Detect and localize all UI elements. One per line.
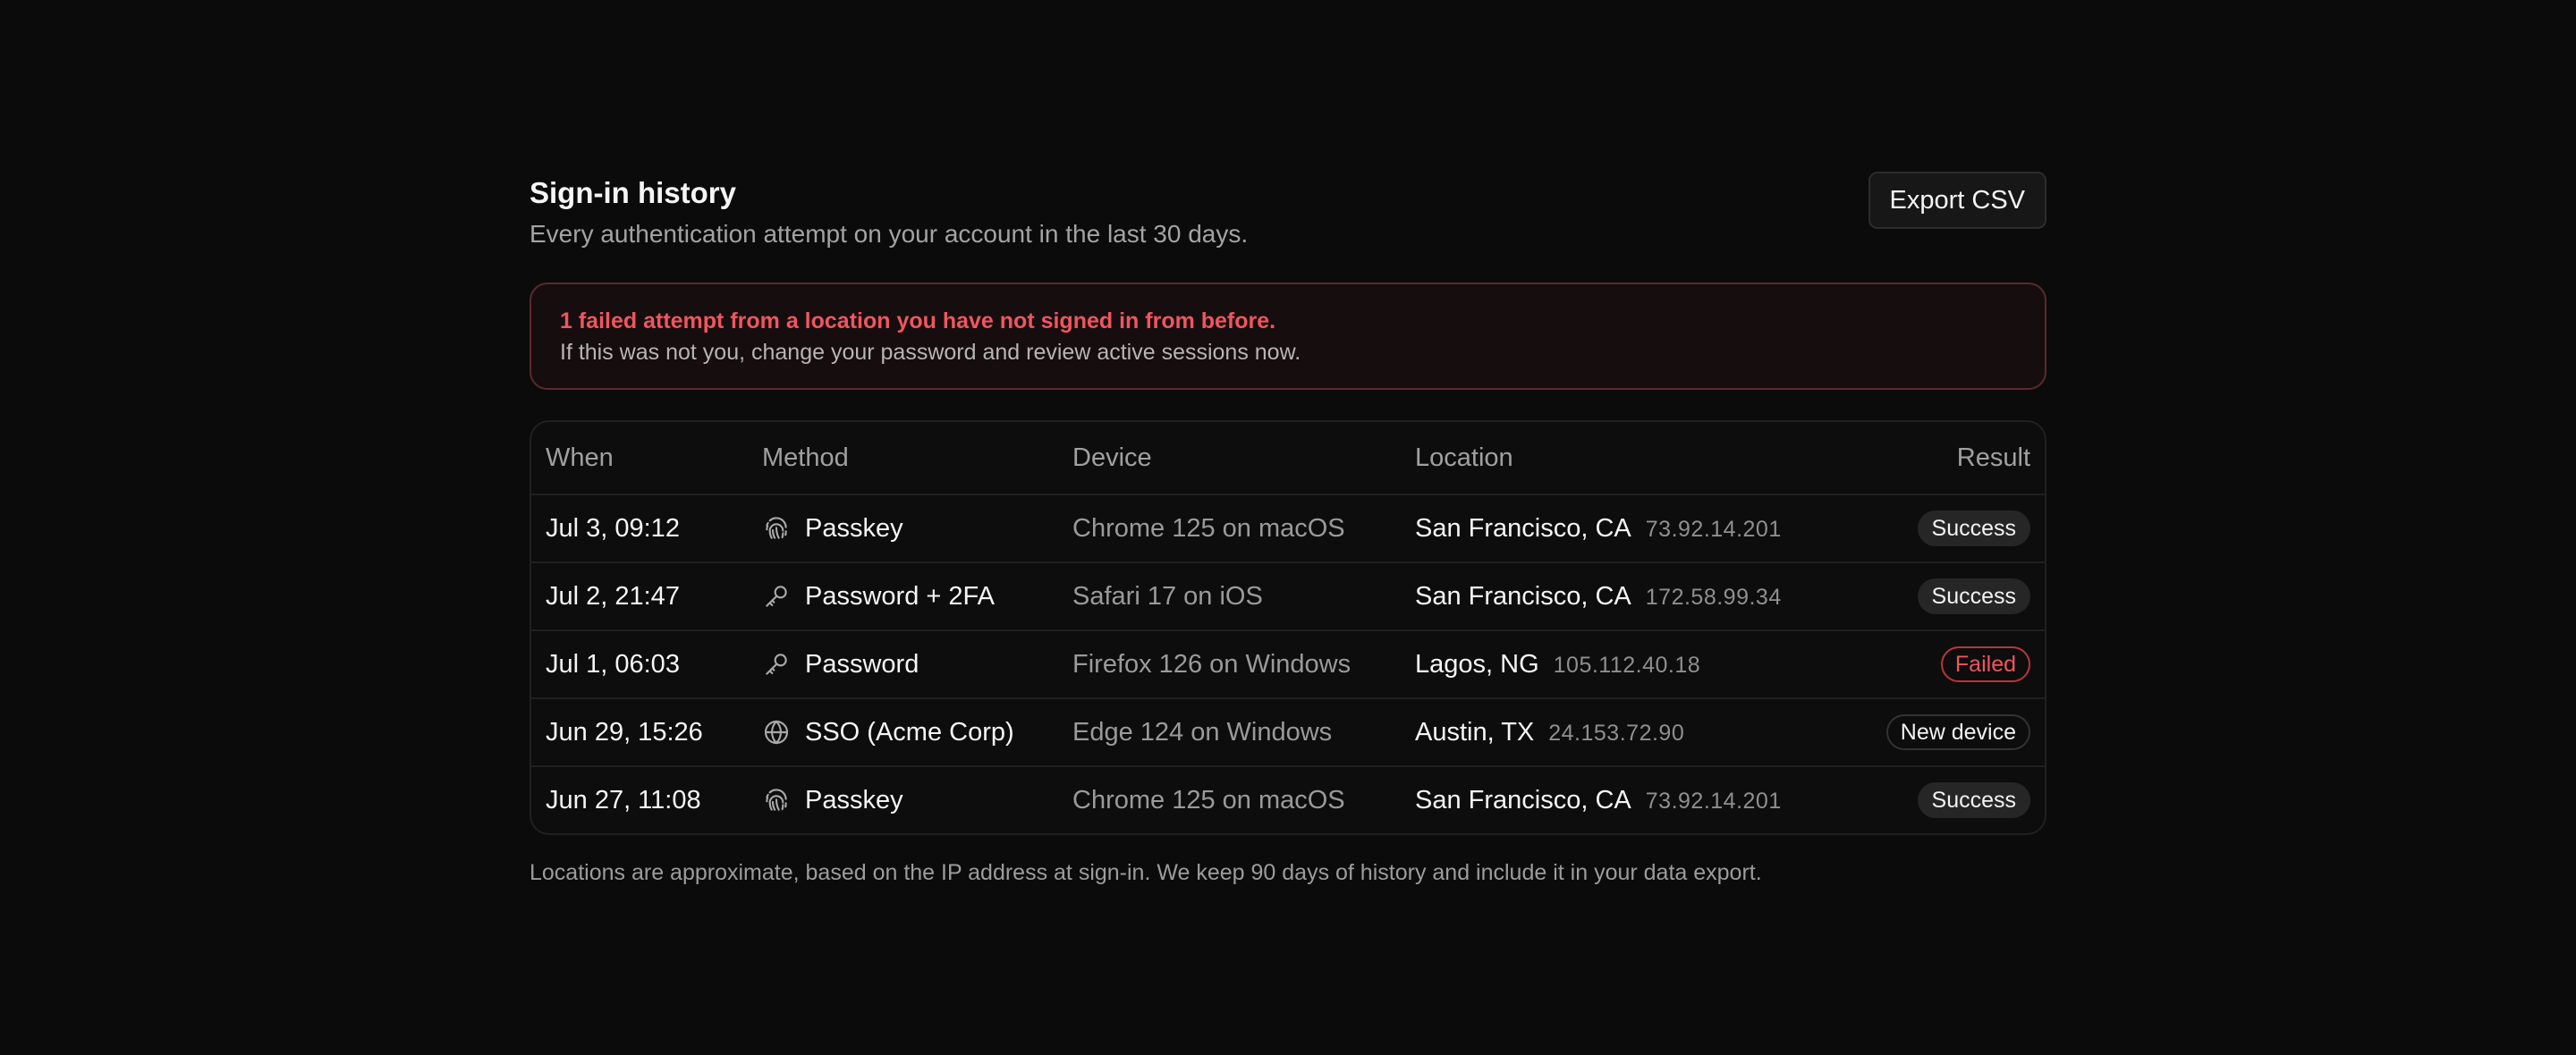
- row-when: Jun 27, 11:08: [546, 785, 701, 814]
- row-location: San Francisco, CA 172.58.99.34: [1415, 582, 1880, 612]
- row-device: Edge 124 on Windows: [1072, 717, 1333, 747]
- sign-in-history-panel: Sign-in history Every authentication att…: [530, 172, 2046, 889]
- export-csv-button[interactable]: Export CSV: [1868, 172, 2046, 229]
- column-header-when: When: [546, 443, 614, 472]
- column-header-location: Location: [1415, 443, 1513, 472]
- status-badge: Success: [1917, 511, 2030, 546]
- row-location: San Francisco, CA 73.92.14.201: [1415, 514, 1880, 544]
- page-subtitle: Every authentication attempt on your acc…: [530, 220, 1249, 248]
- row-method-label: Password: [805, 649, 919, 679]
- row-device: Chrome 125 on macOS: [1072, 513, 1345, 543]
- sign-in-table: When Method Device Location Result Jul 3…: [530, 420, 2046, 835]
- footnote: Locations are approximate, based on the …: [530, 860, 1762, 885]
- row-location: Lagos, NG 105.112.40.18: [1415, 650, 1880, 679]
- table-row: Jul 1, 06:03 Password Firefox 126 on Win…: [531, 629, 2045, 697]
- row-method-label: Password + 2FA: [805, 581, 995, 611]
- row-result: Success: [1880, 578, 2030, 614]
- fingerprint-icon: [762, 786, 791, 814]
- row-when: Jul 3, 09:12: [546, 513, 680, 543]
- row-location: San Francisco, CA 73.92.14.201: [1415, 786, 1880, 815]
- row-location-ip: 73.92.14.201: [1645, 788, 1782, 814]
- failed-attempt-alert: 1 failed attempt from a location you hav…: [530, 283, 2046, 390]
- row-device: Safari 17 on iOS: [1072, 581, 1263, 611]
- table-header-row: When Method Device Location Result: [531, 422, 2045, 494]
- column-header-device: Device: [1072, 443, 1152, 472]
- table-body: Jul 3, 09:12 Passkey Chrome 125 on macOS…: [531, 494, 2045, 833]
- row-when: Jul 2, 21:47: [546, 581, 680, 611]
- row-method-label: SSO (Acme Corp): [805, 717, 1014, 747]
- status-badge: New device: [1885, 714, 2030, 750]
- row-when: Jul 1, 06:03: [546, 649, 680, 679]
- row-method-label: Passkey: [805, 785, 903, 814]
- row-location-city: San Francisco, CA: [1415, 785, 1631, 814]
- row-result: Success: [1880, 782, 2030, 818]
- page-title: Sign-in history: [530, 176, 736, 209]
- row-device: Chrome 125 on macOS: [1072, 785, 1345, 814]
- row-method: Passkey: [762, 514, 1072, 544]
- globe-icon: [762, 718, 791, 747]
- table-row: Jul 2, 21:47 Password + 2FA Safari 17 on…: [531, 561, 2045, 629]
- row-location: Austin, TX 24.153.72.90: [1415, 718, 1880, 747]
- key-icon: [762, 582, 791, 611]
- panel-header: Sign-in history Every authentication att…: [530, 172, 2046, 254]
- alert-body: If this was not you, change your passwor…: [560, 340, 1301, 365]
- key-icon: [762, 650, 791, 679]
- table-row: Jun 29, 15:26 SSO (Acme Corp) Edge 124 o…: [531, 697, 2045, 765]
- table-row: Jun 27, 11:08 Passkey Chrome 125 on macO…: [531, 765, 2045, 833]
- row-result: New device: [1880, 714, 2030, 750]
- row-location-ip: 172.58.99.34: [1645, 584, 1782, 610]
- row-method-label: Passkey: [805, 513, 903, 543]
- row-location-ip: 73.92.14.201: [1645, 516, 1782, 542]
- row-device: Firefox 126 on Windows: [1072, 649, 1352, 679]
- row-result: Success: [1880, 511, 2030, 546]
- status-badge: Failed: [1940, 646, 2030, 682]
- alert-title: 1 failed attempt from a location you hav…: [560, 308, 1276, 333]
- column-header-method: Method: [762, 443, 849, 472]
- status-badge: Success: [1917, 578, 2030, 614]
- row-method: Passkey: [762, 786, 1072, 815]
- table-row: Jul 3, 09:12 Passkey Chrome 125 on macOS…: [531, 494, 2045, 561]
- row-method: Password + 2FA: [762, 582, 1072, 612]
- row-method: SSO (Acme Corp): [762, 718, 1072, 747]
- row-location-city: San Francisco, CA: [1415, 581, 1631, 611]
- status-badge: Success: [1917, 782, 2030, 818]
- row-when: Jun 29, 15:26: [546, 717, 703, 747]
- row-location-ip: 24.153.72.90: [1548, 720, 1685, 746]
- fingerprint-icon: [762, 514, 791, 543]
- row-method: Password: [762, 650, 1072, 679]
- column-header-result: Result: [1956, 443, 2030, 472]
- row-result: Failed: [1880, 646, 2030, 682]
- row-location-city: Lagos, NG: [1415, 649, 1539, 679]
- row-location-city: San Francisco, CA: [1415, 513, 1631, 543]
- row-location-ip: 105.112.40.18: [1553, 652, 1701, 678]
- row-location-city: Austin, TX: [1415, 717, 1535, 747]
